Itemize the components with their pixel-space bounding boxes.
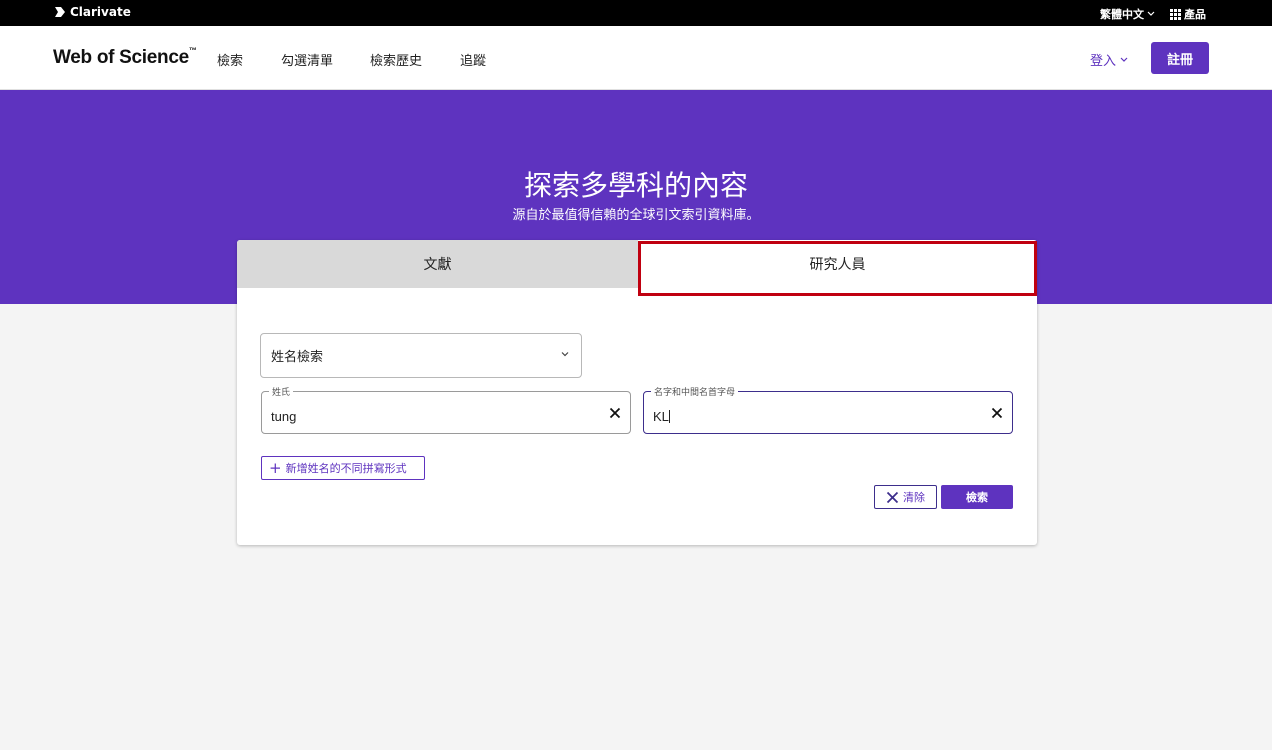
nav-search-history[interactable]: 檢索歷史 (370, 50, 422, 69)
last-name-label: 姓氏 (269, 385, 294, 398)
clarivate-logo-icon (55, 7, 65, 17)
login-label: 登入 (1090, 54, 1117, 69)
first-name-input-wrapper[interactable]: KL (653, 409, 670, 424)
first-name-label: 名字和中間名首字母 (651, 385, 739, 398)
search-type-select[interactable]: 姓名檢索 (260, 333, 582, 378)
add-name-variant-label: 新增姓名的不同拼寫形式 (285, 462, 407, 475)
search-type-value: 姓名檢索 (271, 350, 324, 365)
nav-marked-list[interactable]: 勾選清單 (281, 50, 333, 69)
nav-alerts[interactable]: 追蹤 (460, 50, 486, 69)
close-icon[interactable] (991, 407, 1003, 419)
last-name-input[interactable]: tung (271, 409, 296, 424)
products-label: 產品 (1184, 8, 1206, 21)
first-name-input[interactable]: KL (653, 409, 669, 424)
chevron-down-icon (561, 352, 569, 357)
search-card: 文獻 研究人員 姓名檢索 姓氏 tung 名字和中間名首字母 KL + 新增姓名… (237, 240, 1037, 545)
language-selector[interactable]: 繁體中文 (1100, 6, 1155, 22)
search-button[interactable]: 檢索 (941, 485, 1013, 509)
clarivate-brand[interactable]: Clarivate (54, 5, 131, 19)
apps-grid-icon (1170, 8, 1181, 20)
hero-title: 探索多學科的內容 (523, 169, 748, 202)
close-icon[interactable] (609, 407, 621, 419)
top-bar: Clarivate 繁體中文 產品 (0, 0, 1272, 26)
tab-documents[interactable]: 文獻 (237, 240, 638, 288)
tab-researchers[interactable]: 研究人員 (638, 241, 1037, 296)
register-button[interactable]: 註冊 (1151, 42, 1209, 74)
chevron-down-icon (1147, 11, 1155, 16)
add-name-variant-button[interactable]: + 新增姓名的不同拼寫形式 (261, 456, 425, 480)
close-icon (886, 491, 899, 503)
web-of-science-logo[interactable]: Web of Science™ (53, 45, 197, 69)
last-name-field[interactable]: 姓氏 tung (261, 385, 631, 434)
text-caret (668, 410, 670, 423)
plus-icon: + (269, 458, 282, 477)
products-menu[interactable]: 產品 (1170, 6, 1206, 22)
login-button[interactable]: 登入 (1090, 50, 1128, 69)
clear-button[interactable]: 清除 (874, 485, 937, 509)
clear-label: 清除 (903, 491, 925, 504)
logo-text: Web of Science (53, 47, 189, 68)
hero-subtitle: 源自於最值得信賴的全球引文索引資料庫。 (512, 208, 760, 223)
nav-search[interactable]: 檢索 (217, 50, 243, 69)
clarivate-brand-label: Clarivate (70, 5, 131, 19)
first-name-field[interactable]: 名字和中間名首字母 KL (643, 385, 1013, 434)
main-header: Web of Science™ 檢索 勾選清單 檢索歷史 追蹤 登入 註冊 (0, 26, 1272, 90)
logo-trademark: ™ (188, 45, 197, 55)
language-label: 繁體中文 (1100, 8, 1144, 21)
chevron-down-icon (1120, 57, 1128, 62)
